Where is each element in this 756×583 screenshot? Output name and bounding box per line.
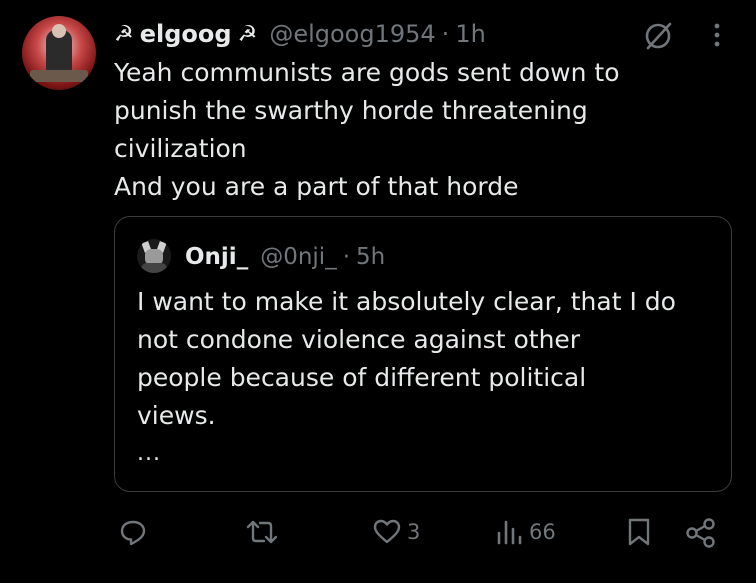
tweet-header: ☭ elgoog ☭ @elgoog1954 · 1h [114, 14, 486, 54]
reply-button[interactable] [117, 516, 149, 548]
action-bar: 3 66 [0, 508, 756, 556]
quoted-tweet-time: 5h [356, 244, 386, 270]
quoted-tweet-header: Onji_ @0nji_ · 5h [185, 237, 385, 277]
more-options-icon[interactable] [708, 20, 726, 50]
hammer-sickle-emoji: ☭ [114, 21, 134, 47]
views-count: 66 [529, 520, 556, 544]
quoted-text-line: people because of different political [137, 363, 587, 392]
like-button[interactable]: 3 [372, 516, 420, 548]
repost-icon [245, 516, 279, 548]
author-handle[interactable]: @elgoog1954 [269, 20, 435, 48]
views-icon [494, 516, 524, 548]
tweet-text: Yeah communists are gods sent down to pu… [114, 54, 734, 206]
share-button[interactable] [684, 516, 718, 548]
quoted-text-line: not condone violence against other [137, 325, 581, 354]
quoted-tweet[interactable]: Onji_ @0nji_ · 5h I want to make it abso… [114, 216, 732, 492]
tweet-text-line: Yeah communists are gods sent down to [114, 58, 620, 87]
truncation-ellipsis: ... [137, 441, 161, 466]
author-display-name[interactable]: elgoog [140, 20, 232, 48]
tweet-text-line: And you are a part of that horde [114, 172, 519, 201]
avatar-body [141, 263, 167, 273]
dot-separator: · [441, 20, 450, 48]
quoted-author-handle: @0nji_ [260, 244, 337, 270]
like-count: 3 [407, 520, 421, 544]
grok-icon[interactable] [640, 18, 676, 54]
heart-icon [372, 516, 402, 548]
hammer-sickle-emoji: ☭ [237, 21, 258, 47]
quoted-author-display-name: Onji_ [185, 244, 249, 270]
tweet[interactable]: ☭ elgoog ☭ @elgoog1954 · 1h Yeah communi… [0, 0, 756, 583]
repost-button[interactable] [245, 516, 279, 548]
tweet-time[interactable]: 1h [455, 20, 485, 48]
quoted-tweet-text: I want to make it absolutely clear, that… [137, 283, 717, 435]
author-avatar[interactable] [22, 16, 96, 90]
quoted-author-avatar[interactable] [137, 239, 171, 273]
quoted-text-line: views. [137, 401, 216, 430]
reply-icon [117, 516, 149, 548]
views-button[interactable]: 66 [494, 516, 556, 548]
tweet-text-line: punish the swarthy horde threatening [114, 96, 588, 125]
dot-separator: · [342, 244, 351, 270]
tweet-text-line: civilization [114, 134, 247, 163]
bookmark-button[interactable] [625, 516, 653, 548]
quoted-text-line: I want to make it absolutely clear, that… [137, 287, 676, 316]
avatar-base [30, 70, 88, 82]
share-icon [684, 516, 718, 548]
bookmark-icon [625, 516, 653, 548]
avatar-head [52, 24, 66, 38]
